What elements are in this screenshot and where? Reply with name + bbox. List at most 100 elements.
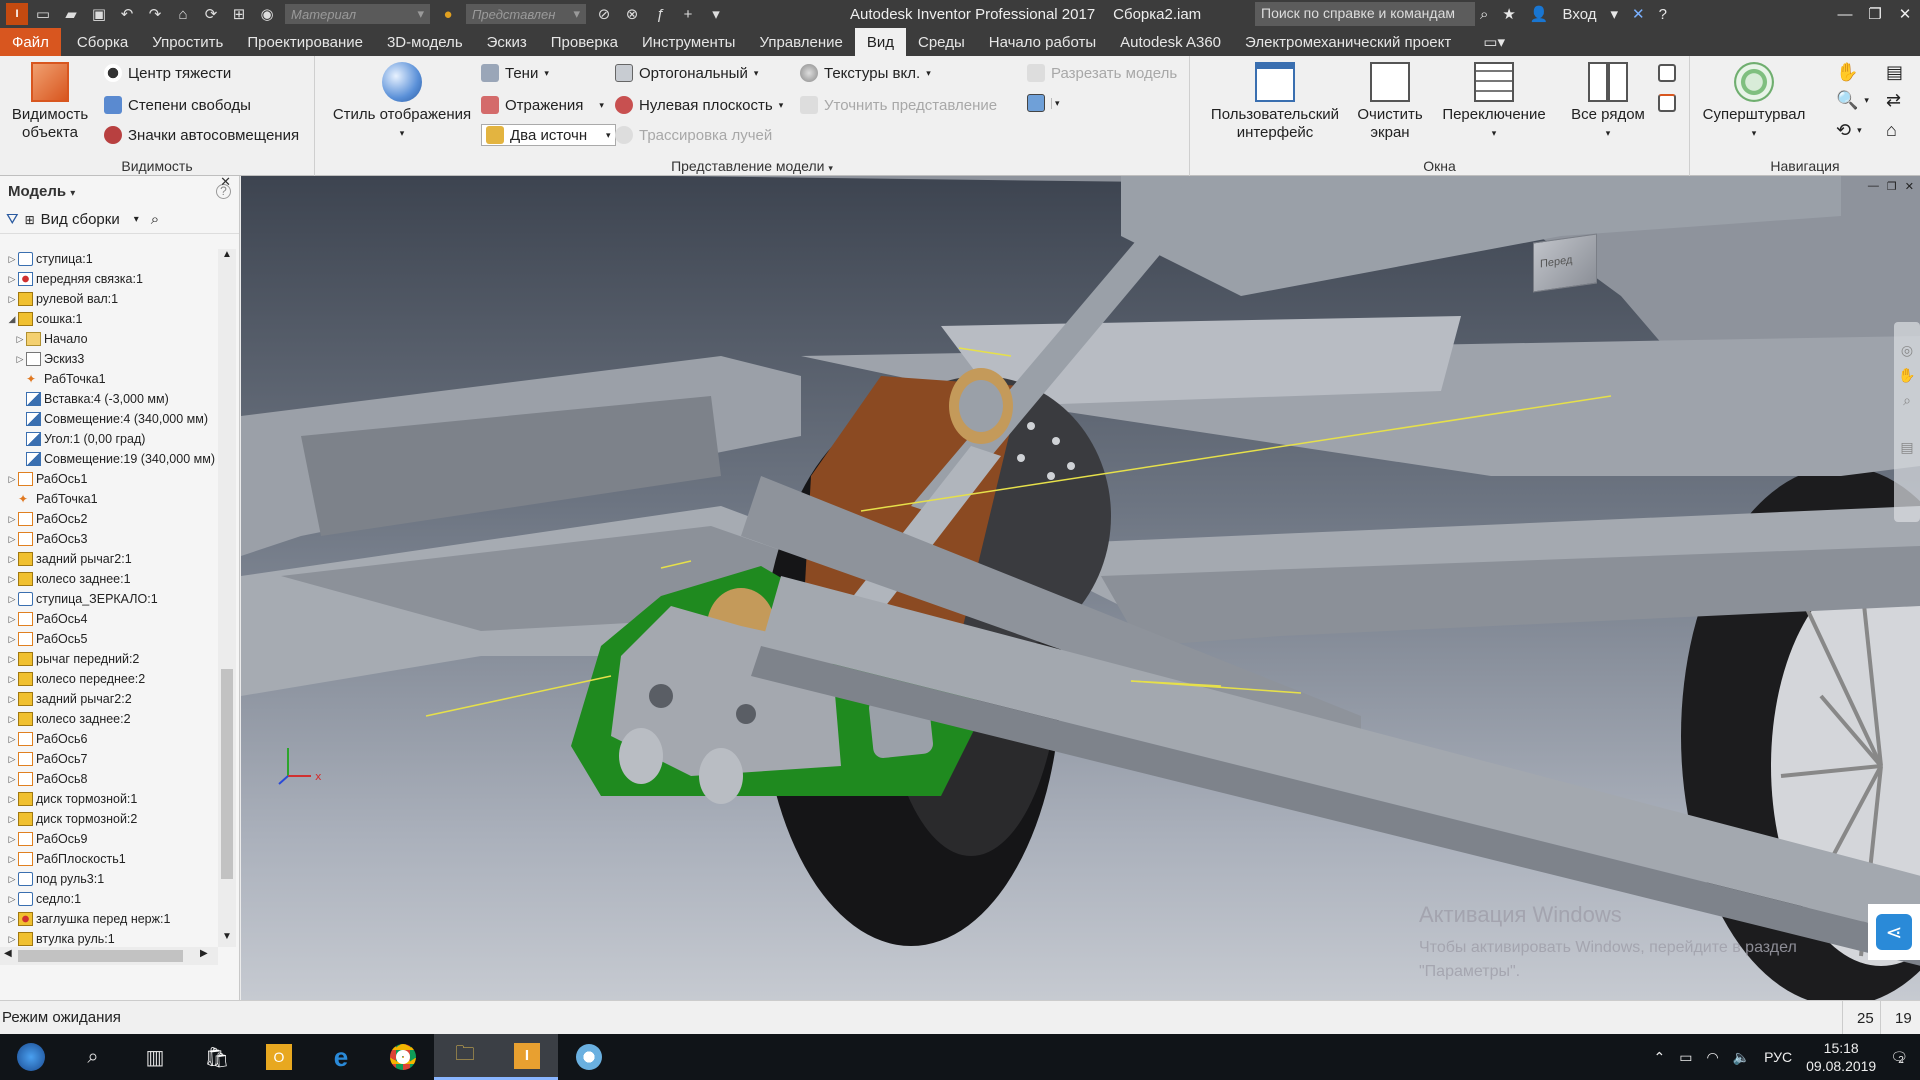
tree-item[interactable]: ▷ РабОсь2 bbox=[0, 509, 218, 529]
tree-item[interactable]: ▷ ступица_ЗЕРКАЛО:1 bbox=[0, 589, 218, 609]
plus-icon[interactable]: + bbox=[675, 3, 701, 25]
browser-title-dropdown[interactable]: Модель ▾ bbox=[8, 183, 75, 200]
tree-item[interactable]: Совмещение:4 (340,000 мм) bbox=[0, 409, 218, 429]
chevron-down-icon[interactable]: ▾ bbox=[134, 214, 139, 225]
tree-item[interactable]: ▷ ступица:1 bbox=[0, 249, 218, 269]
tab-6[interactable]: Проверка bbox=[539, 28, 630, 56]
expand-toggle-icon[interactable]: ▷ bbox=[6, 634, 18, 645]
tree-item[interactable]: ▷ рычаг передний:2 bbox=[0, 649, 218, 669]
select-icon[interactable]: ⊞ bbox=[226, 3, 252, 25]
wifi-icon[interactable]: ◠ bbox=[1706, 1049, 1718, 1066]
expand-toggle-icon[interactable]: ▷ bbox=[6, 774, 18, 785]
expand-toggle-icon[interactable]: ▷ bbox=[6, 534, 18, 545]
ground-plane-button[interactable]: Нулевая плоскость ▾ bbox=[615, 96, 783, 114]
full-navigation-button[interactable]: ⇄ bbox=[1886, 90, 1901, 111]
lighting-style-combo[interactable]: Два источн ▾ bbox=[481, 124, 616, 146]
customize-icon[interactable]: ▾ bbox=[703, 3, 729, 25]
ray-tracing-button[interactable]: Трассировка лучей bbox=[615, 126, 772, 144]
tree-item[interactable]: ▷ РабОсь7 bbox=[0, 749, 218, 769]
look-at-button[interactable]: ▤ bbox=[1886, 62, 1903, 83]
expand-toggle-icon[interactable]: ▷ bbox=[6, 854, 18, 865]
reflections-button[interactable]: Отражения ▾ bbox=[481, 96, 604, 114]
graphics-viewport[interactable]: x — ❐ ✕ Перед ◎ ✋ ⌕ ▤ Активация Windows … bbox=[241, 176, 1920, 1000]
section-view-split-button[interactable]: ▾ bbox=[1027, 94, 1060, 112]
tree-item[interactable]: ▷ диск тормозной:2 bbox=[0, 809, 218, 829]
search-taskbar-button[interactable]: ⌕ bbox=[62, 1034, 124, 1080]
expand-toggle-icon[interactable]: ▷ bbox=[6, 594, 18, 605]
update-icon[interactable]: ⟳ bbox=[198, 3, 224, 25]
tab-4[interactable]: 3D-модель bbox=[375, 28, 475, 56]
edge-app[interactable]: e bbox=[310, 1034, 372, 1080]
tree-item[interactable]: Вставка:4 (-3,000 мм) bbox=[0, 389, 218, 409]
tile-windows-button[interactable]: Все рядом ▾ bbox=[1558, 62, 1658, 142]
tab-13[interactable]: Электромеханический проект bbox=[1233, 28, 1463, 56]
find-icon[interactable]: ⌕ bbox=[151, 211, 159, 228]
tab-5[interactable]: Эскиз bbox=[475, 28, 539, 56]
switch-windows-button[interactable]: Переключение ▾ bbox=[1434, 62, 1554, 142]
tree-item[interactable]: ▷ седло:1 bbox=[0, 889, 218, 909]
tree-item[interactable]: ▷ РабОсь4 bbox=[0, 609, 218, 629]
minimize-icon[interactable]: — bbox=[1830, 0, 1860, 28]
tree-item[interactable]: Совмещение:19 (340,000 мм) bbox=[0, 449, 218, 469]
section-model-button[interactable]: Разрезать модель bbox=[1027, 64, 1177, 82]
home-view-button[interactable]: ⌂ bbox=[1886, 120, 1897, 141]
binoculars-icon[interactable]: ⌕ bbox=[1480, 6, 1488, 23]
task-view-button[interactable]: ▥ bbox=[124, 1034, 186, 1080]
close-icon[interactable]: ✕ bbox=[220, 174, 231, 190]
tab-10[interactable]: Среды bbox=[906, 28, 977, 56]
app-logo-icon[interactable]: I bbox=[6, 3, 28, 25]
home-icon[interactable]: ⌂ bbox=[170, 3, 196, 25]
tree-item[interactable]: ▷ РабОсь3 bbox=[0, 529, 218, 549]
expand-toggle-icon[interactable]: ◢ bbox=[6, 314, 18, 325]
store-app[interactable]: 🛍 bbox=[186, 1034, 248, 1080]
chrome-app[interactable] bbox=[372, 1034, 434, 1080]
expand-toggle-icon[interactable]: ▷ bbox=[14, 354, 26, 365]
textures-on-button[interactable]: Текстуры вкл. ▾ bbox=[800, 64, 931, 82]
tree-item[interactable]: ▷ Начало bbox=[0, 329, 218, 349]
tree-item[interactable]: ▷ втулка руль:1 bbox=[0, 929, 218, 947]
steering-wheel-button[interactable]: Суперштурвал ▾ bbox=[1694, 62, 1814, 142]
tree-item[interactable]: ▷ диск тормозной:1 bbox=[0, 789, 218, 809]
expand-toggle-icon[interactable]: ▷ bbox=[6, 914, 18, 925]
tree-item[interactable]: Угол:1 (0,00 град) bbox=[0, 429, 218, 449]
assembly-model-render[interactable]: x bbox=[241, 176, 1920, 1000]
exchange-icon[interactable]: ✕ bbox=[1632, 5, 1645, 23]
scroll-thumb[interactable] bbox=[221, 669, 233, 879]
tab-7[interactable]: Инструменты bbox=[630, 28, 748, 56]
minimize-icon[interactable]: — bbox=[1868, 180, 1879, 193]
new-file-icon[interactable]: ▭ bbox=[30, 3, 56, 25]
expand-toggle-icon[interactable]: ▷ bbox=[6, 894, 18, 905]
tab-3[interactable]: Проектирование bbox=[235, 28, 375, 56]
degrees-of-freedom-button[interactable]: Степени свободы bbox=[104, 96, 251, 114]
help-icon[interactable]: ? bbox=[1659, 6, 1667, 23]
orthographic-button[interactable]: Ортогональный ▾ bbox=[615, 64, 758, 82]
user-interface-button[interactable]: Пользовательский интерфейс bbox=[1200, 62, 1350, 142]
tree-item[interactable]: ▷ колесо заднее:1 bbox=[0, 569, 218, 589]
scroll-left-icon[interactable]: ◀ bbox=[4, 948, 12, 959]
pan-icon[interactable]: ✋ bbox=[1894, 367, 1920, 384]
open-file-icon[interactable]: ▰ bbox=[58, 3, 84, 25]
input-language[interactable]: РУС bbox=[1764, 1049, 1792, 1065]
clear-appearance-icon[interactable]: ⊘ bbox=[591, 3, 617, 25]
zoom-icon[interactable]: ⌕ bbox=[1894, 392, 1920, 409]
browser-vertical-scrollbar[interactable]: ▲ ▼ bbox=[218, 249, 236, 947]
undo-icon[interactable]: ↶ bbox=[114, 3, 140, 25]
tree-item[interactable]: ▷ РабОсь1 bbox=[0, 469, 218, 489]
representation-combo[interactable]: Представлен ▾ bbox=[466, 4, 586, 24]
tab-2[interactable]: Упростить bbox=[140, 28, 235, 56]
pan-button[interactable]: ✋ bbox=[1836, 62, 1858, 83]
tree-item[interactable]: ▷ рулевой вал:1 bbox=[0, 289, 218, 309]
viewcube[interactable]: Перед bbox=[1533, 233, 1597, 293]
explorer-app[interactable]: 🗀 bbox=[434, 1034, 496, 1080]
tree-item[interactable]: ✦ РабТочка1 bbox=[0, 489, 218, 509]
arrange-button[interactable] bbox=[1658, 94, 1676, 112]
close-icon[interactable]: ✕ bbox=[1890, 0, 1920, 28]
tree-item[interactable]: ▷ колесо заднее:2 bbox=[0, 709, 218, 729]
tree-item[interactable]: ▷ колесо переднее:2 bbox=[0, 669, 218, 689]
clock[interactable]: 15:18 09.08.2019 bbox=[1806, 1039, 1876, 1075]
expand-toggle-icon[interactable]: ▷ bbox=[6, 654, 18, 665]
shadows-button[interactable]: Тени ▾ bbox=[481, 64, 549, 82]
expand-toggle-icon[interactable]: ▷ bbox=[6, 874, 18, 885]
tree-item[interactable]: ▷ РабОсь5 bbox=[0, 629, 218, 649]
tab-0[interactable]: Файл bbox=[0, 28, 61, 56]
